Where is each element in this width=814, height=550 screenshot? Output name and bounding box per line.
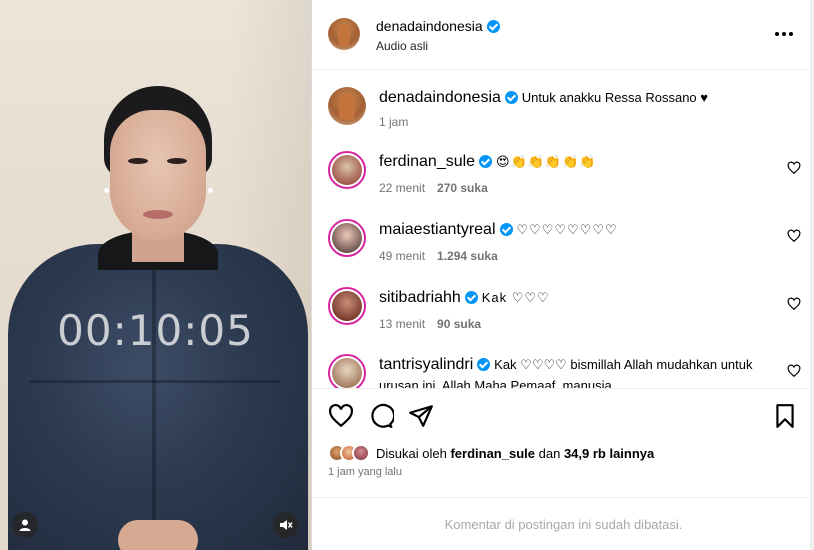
earring-right bbox=[208, 188, 213, 193]
comment-likes[interactable]: 270 suka bbox=[437, 181, 488, 195]
person-eye-right bbox=[167, 158, 187, 164]
video-timer-overlay: 00:10:05 bbox=[57, 306, 254, 355]
person-face bbox=[110, 110, 206, 240]
user-icon bbox=[19, 519, 31, 531]
comment-username[interactable]: tantrisyalindri bbox=[379, 356, 473, 373]
mute-button[interactable] bbox=[273, 512, 299, 538]
post-side-panel: denadaindonesia Audio asli denadaindones… bbox=[311, 0, 814, 550]
comment-username[interactable]: maiaestiantyreal bbox=[379, 221, 496, 238]
more-horizontal-icon bbox=[775, 32, 779, 36]
person-lips bbox=[143, 210, 173, 219]
more-options-button[interactable] bbox=[772, 24, 796, 44]
verified-badge-icon bbox=[477, 358, 491, 371]
verified-badge-icon bbox=[479, 155, 493, 168]
person-eye-left bbox=[128, 158, 148, 164]
comment-text: ♡♡♡♡♡♡♡♡ bbox=[516, 222, 618, 237]
liker-username[interactable]: ferdinan_sule bbox=[450, 446, 535, 461]
likes-count[interactable]: 34,9 rb lainnya bbox=[564, 446, 654, 461]
heart-icon[interactable] bbox=[328, 403, 354, 429]
post-time: 1 jam yang lalu bbox=[328, 466, 402, 478]
bookmark-icon[interactable] bbox=[772, 403, 798, 429]
comment-text: 😍👏👏👏👏👏 bbox=[495, 154, 597, 169]
more-dot bbox=[782, 32, 786, 36]
comments-restricted-notice: Komentar di postingan ini sudah dibatasi… bbox=[312, 497, 814, 550]
comment-time: 49 menit bbox=[379, 249, 426, 263]
comment-username[interactable]: sitibadriahh bbox=[379, 289, 461, 306]
comment-username[interactable]: ferdinan_sule bbox=[379, 153, 475, 170]
person-hands bbox=[118, 520, 198, 550]
person-shirt bbox=[8, 244, 308, 550]
likes-middle: dan bbox=[538, 445, 561, 461]
comment-avatar[interactable] bbox=[328, 354, 366, 388]
author-avatar[interactable] bbox=[328, 18, 360, 50]
verified-badge-icon bbox=[504, 91, 518, 104]
verified-badge-icon bbox=[464, 291, 478, 304]
comment-time: 22 menit bbox=[379, 181, 426, 195]
comment-time: 13 menit bbox=[379, 317, 426, 331]
comment-likes[interactable]: 1.294 suka bbox=[437, 249, 498, 263]
post-header: denadaindonesia Audio asli bbox=[312, 0, 814, 70]
heart-icon[interactable] bbox=[787, 161, 801, 175]
send-icon[interactable] bbox=[408, 403, 434, 429]
caption-time: 1 jam bbox=[379, 115, 409, 129]
caption-username[interactable]: denadaindonesia bbox=[379, 89, 501, 106]
comment-avatar[interactable] bbox=[328, 151, 366, 189]
caption-text: Untuk anakku Ressa Rossano ♥ bbox=[521, 90, 708, 105]
action-bar bbox=[312, 388, 814, 440]
caption-avatar[interactable] bbox=[328, 87, 366, 125]
author-username[interactable]: denadaindonesia bbox=[376, 18, 483, 34]
verified-badge-icon bbox=[499, 223, 513, 236]
comments-list[interactable]: denadaindonesia Untuk anakku Ressa Rossa… bbox=[312, 71, 814, 388]
comment-likes[interactable]: 90 suka bbox=[437, 317, 481, 331]
audio-link[interactable]: Audio asli bbox=[376, 39, 428, 53]
heart-icon[interactable] bbox=[787, 364, 801, 378]
post-modal: 00:10:05 denadaindonesia Audio asli dena… bbox=[0, 0, 814, 550]
comment-icon[interactable] bbox=[368, 403, 394, 429]
reel-video[interactable]: 00:10:05 bbox=[0, 0, 311, 550]
earring-left bbox=[104, 188, 109, 193]
likes-prefix: Disukai oleh bbox=[376, 445, 447, 461]
comment-text: Kak ♡♡♡ bbox=[481, 290, 550, 305]
muted-speaker-icon bbox=[280, 520, 293, 530]
shirt-seam bbox=[30, 380, 280, 383]
heart-icon[interactable] bbox=[787, 229, 801, 243]
tagged-users-button[interactable] bbox=[12, 512, 38, 538]
liker-avatars bbox=[328, 444, 370, 462]
page-scrollbar[interactable] bbox=[810, 0, 814, 550]
comment-avatar[interactable] bbox=[328, 219, 366, 257]
verified-badge-icon bbox=[486, 20, 500, 33]
heart-icon[interactable] bbox=[787, 297, 801, 311]
likes-summary[interactable]: Disukai oleh ferdinan_sule dan 34,9 rb l… bbox=[328, 443, 654, 463]
comment-avatar[interactable] bbox=[328, 287, 366, 325]
more-dot bbox=[789, 32, 793, 36]
